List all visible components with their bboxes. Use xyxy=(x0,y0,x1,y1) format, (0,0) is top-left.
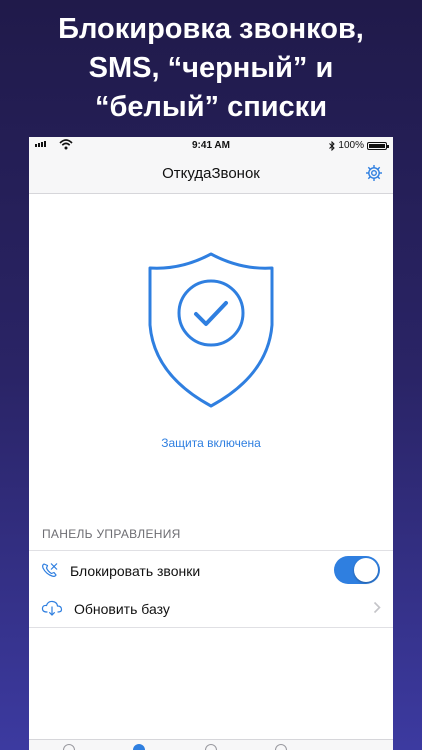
promo-line-3: “белый” списки xyxy=(94,91,328,123)
update-database-row[interactable]: Обновить базу xyxy=(29,589,393,628)
tab-bar xyxy=(29,739,393,750)
block-calls-label: Блокировать звонки xyxy=(70,563,201,579)
control-panel-header: ПАНЕЛЬ УПРАВЛЕНИЯ xyxy=(42,527,181,541)
cloud-download-icon xyxy=(41,600,63,616)
status-bar: 9:41 AM 100% xyxy=(29,137,393,154)
tab-protection-icon[interactable] xyxy=(133,744,145,750)
status-right: 100% xyxy=(329,140,389,151)
update-database-label: Обновить базу xyxy=(74,601,170,617)
promo-line-2: SMS, “черный” и xyxy=(88,52,334,84)
tab-history-icon[interactable] xyxy=(275,744,287,750)
chevron-right-icon xyxy=(373,601,381,614)
shield-check-icon xyxy=(148,252,274,408)
promo-line-1: Блокировка звонков, xyxy=(58,13,364,45)
block-calls-toggle[interactable] xyxy=(334,556,380,584)
navigation-bar: ОткудаЗвонок xyxy=(29,154,393,194)
tab-lists-icon[interactable] xyxy=(205,744,217,750)
protection-status: Защита включена xyxy=(161,436,261,450)
phone-block-icon xyxy=(42,563,58,577)
app-title: ОткудаЗвонок xyxy=(162,165,260,182)
bluetooth-icon xyxy=(329,140,336,151)
tab-home-icon[interactable] xyxy=(63,744,75,750)
battery-percent: 100% xyxy=(338,140,364,151)
phone-screen: 9:41 AM 100% ОткудаЗвонок Защита включен… xyxy=(29,137,393,750)
block-calls-row: Блокировать звонки xyxy=(29,550,393,590)
battery-icon xyxy=(367,141,389,150)
toggle-knob xyxy=(354,558,378,582)
gear-icon[interactable] xyxy=(365,164,383,182)
promo-headline: Блокировка звонков, SMS, “черный” и “бел… xyxy=(0,10,422,127)
